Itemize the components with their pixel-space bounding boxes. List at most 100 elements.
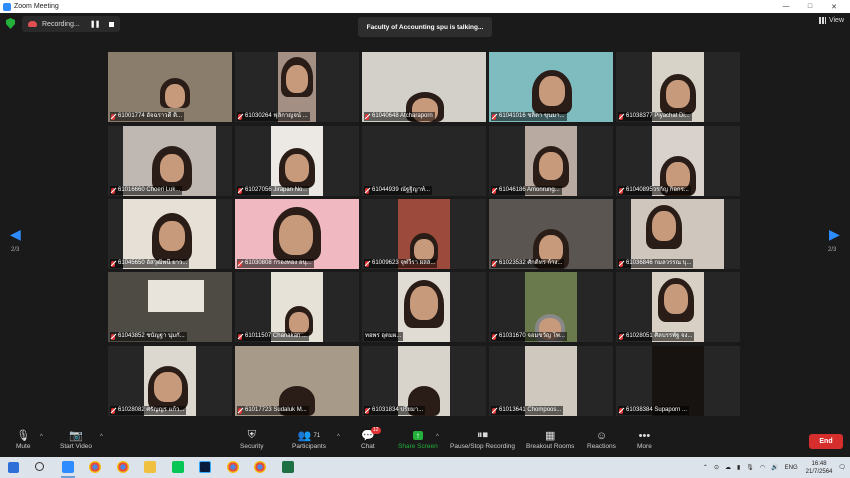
participant-tile[interactable]: 61017723 Sudaluk M... bbox=[235, 346, 359, 416]
end-meeting-button[interactable]: End bbox=[809, 434, 843, 449]
mic-muted-icon bbox=[619, 407, 623, 414]
participant-tile[interactable]: 61040648 Atcharaporn bbox=[362, 52, 486, 122]
participant-tile[interactable]: 61009623 จุฬวีรา ผลส... bbox=[362, 199, 486, 269]
participant-name: 61028082 ศรัญญร แก้ว... bbox=[110, 406, 187, 415]
participant-tile[interactable]: 61028051 ศิลบรรพัฐ จง... bbox=[616, 272, 740, 342]
participant-tile[interactable]: 61016660 Choeri Luk... bbox=[108, 126, 232, 196]
participant-name: 61031834 ปรียมา... bbox=[364, 406, 426, 415]
chrome-icon[interactable] bbox=[89, 461, 101, 473]
participant-name: 61040895วรกัญ ก็อกร... bbox=[618, 186, 691, 195]
excel-icon[interactable] bbox=[282, 461, 294, 473]
shield-icon[interactable] bbox=[6, 18, 15, 29]
zoom-taskbar-icon[interactable] bbox=[62, 461, 74, 473]
participant-tile[interactable]: 61036846 กมลวรรณ บุ... bbox=[616, 199, 740, 269]
more-button[interactable]: ••• More bbox=[637, 428, 652, 451]
close-button[interactable]: ✕ bbox=[822, 3, 846, 11]
mic-muted-icon bbox=[238, 260, 242, 267]
line-icon[interactable] bbox=[172, 461, 184, 473]
participant-tile[interactable]: 61023532 ศักดิ์ทร ก้าง... bbox=[489, 199, 613, 269]
mute-button[interactable]: 🎙 Mute bbox=[16, 428, 30, 450]
video-options-caret-icon[interactable]: ^ bbox=[100, 434, 103, 440]
chrome-icon[interactable] bbox=[117, 461, 129, 473]
participant-tile[interactable]: 61011507 Chanakan ... bbox=[235, 272, 359, 342]
share-options-caret-icon[interactable]: ^ bbox=[436, 434, 439, 440]
chrome-icon[interactable] bbox=[227, 461, 239, 473]
participant-tile[interactable]: 61027056 Jirapan No... bbox=[235, 126, 359, 196]
participants-options-caret-icon[interactable]: ^ bbox=[337, 434, 340, 440]
more-icon: ••• bbox=[638, 429, 651, 442]
notification-icon[interactable]: 🗨 bbox=[838, 464, 846, 471]
windows-taskbar: ⌃ ⊙ ☁ ▮ 🎙 ◠ 🔊 ENG 16:48 21/7/2564 🗨 bbox=[0, 457, 850, 478]
page-indicator-right: 2/3 bbox=[828, 247, 837, 253]
participant-tile[interactable]: 61013641 Chompoos... bbox=[489, 346, 613, 416]
participants-label: Participants bbox=[292, 443, 326, 450]
photoshop-icon[interactable] bbox=[199, 461, 211, 473]
chat-button[interactable]: 💬 12 Chat bbox=[361, 427, 381, 450]
mute-label: Mute bbox=[16, 443, 31, 450]
participant-name: 61028051 ศิลบรรพัฐ จง... bbox=[618, 332, 695, 341]
breakout-rooms-button[interactable]: ▦ Breakout Rooms bbox=[526, 428, 574, 450]
pause-stop-recording-label: Pause/Stop Recording bbox=[450, 443, 516, 450]
participant-tile[interactable]: 61046186 Amonrung... bbox=[489, 126, 613, 196]
clock-date: 21/7/2564 bbox=[805, 468, 833, 475]
audio-options-caret-icon[interactable]: ^ bbox=[40, 434, 43, 440]
mic-muted-icon bbox=[365, 113, 369, 120]
language-indicator[interactable]: ENG bbox=[785, 465, 798, 471]
participant-tile[interactable]: 61030264 ฟุลิกาญจน์ ... bbox=[235, 52, 359, 122]
stop-recording-button[interactable] bbox=[109, 21, 115, 27]
window-title: Zoom Meeting bbox=[14, 3, 59, 10]
participant-tile[interactable]: 61044939 ณัฐฐิญาท์... bbox=[362, 126, 486, 196]
volume-icon[interactable]: 🔊 bbox=[771, 464, 778, 471]
participant-tile[interactable]: 61030808 กรองทอง อนุ... bbox=[235, 199, 359, 269]
mic-muted-icon bbox=[492, 187, 496, 194]
start-video-button[interactable]: 📷 Start Video bbox=[60, 428, 92, 450]
participant-tile[interactable]: 61031834 ปรียมา... bbox=[362, 346, 486, 416]
tray-overflow-icon[interactable]: ⌃ bbox=[703, 464, 708, 471]
prev-page-arrow-icon[interactable]: ◀ bbox=[10, 226, 21, 243]
participant-tile[interactable]: 61038377 Piyachat Di... bbox=[616, 52, 740, 122]
grid-icon bbox=[818, 17, 826, 24]
participant-name: 61027056 Jirapan No... bbox=[237, 186, 310, 195]
participant-tile[interactable]: 61041016 ชลิดา ขุนมา... bbox=[489, 52, 613, 122]
reactions-button[interactable]: ☺ Reactions bbox=[587, 428, 616, 451]
share-screen-button[interactable]: ↑ Share Screen bbox=[398, 428, 438, 450]
security-button[interactable]: ⛨ Security bbox=[240, 428, 263, 450]
participant-name: 61016660 Choeri Luk... bbox=[110, 186, 183, 195]
participant-tile[interactable]: 61028082 ศรัญญร แก้ว... bbox=[108, 346, 232, 416]
window-titlebar: Zoom Meeting — □ ✕ bbox=[0, 0, 850, 13]
participant-tile[interactable]: 61040895วรกัญ ก็อกร... bbox=[616, 126, 740, 196]
search-icon[interactable] bbox=[35, 462, 44, 471]
participant-name: 61041016 ชลิดา ขุนมา... bbox=[491, 112, 567, 121]
participant-tile[interactable]: 61001774 อัจฉราวดี ติ... bbox=[108, 52, 232, 122]
mic-muted-icon bbox=[111, 113, 115, 120]
pause-recording-button[interactable]: ❚❚ bbox=[90, 20, 101, 28]
wifi-icon[interactable]: ◠ bbox=[760, 464, 765, 471]
participants-button[interactable]: 👥 71 Participants bbox=[292, 428, 326, 450]
windows-start-icon[interactable] bbox=[8, 462, 19, 473]
participant-tile[interactable]: 61045650 อัสวุฒิพนี ยาว... bbox=[108, 199, 232, 269]
mic-muted-icon bbox=[619, 333, 623, 340]
mic-muted-icon bbox=[111, 407, 115, 414]
participant-tile[interactable]: 61031670 จอมขวัญ โพ... bbox=[489, 272, 613, 342]
pause-stop-recording-button[interactable]: ⏸⏹ Pause/Stop Recording bbox=[450, 428, 515, 450]
file-explorer-icon[interactable] bbox=[144, 461, 156, 473]
view-button[interactable]: View bbox=[818, 17, 844, 24]
share-screen-icon: ↑ bbox=[412, 428, 423, 443]
clock[interactable]: 16:48 21/7/2564 bbox=[806, 460, 833, 476]
participant-tile[interactable]: 61043852 ชนัญฐา นุ่มกั... bbox=[108, 272, 232, 342]
chrome-icon[interactable] bbox=[254, 461, 266, 473]
view-label: View bbox=[828, 17, 844, 24]
mic-muted-icon bbox=[365, 407, 369, 414]
microphone-icon: 🎙 bbox=[16, 430, 31, 442]
video-gallery: 61001774 อัจฉราวดี ติ... 61030264 ฟุลิกา… bbox=[108, 52, 742, 418]
battery-icon[interactable]: ▮ bbox=[737, 464, 740, 471]
participant-tile[interactable]: 61038384 Supaporn ... bbox=[616, 346, 740, 416]
next-page-arrow-icon[interactable]: ▶ bbox=[829, 226, 840, 243]
participant-tile[interactable]: ทอพร อุดมผ... bbox=[362, 272, 486, 342]
microphone-icon[interactable]: 🎙 bbox=[746, 464, 754, 471]
cloud-icon[interactable]: ☁ bbox=[725, 464, 731, 471]
maximize-button[interactable]: □ bbox=[798, 3, 822, 10]
minimize-button[interactable]: — bbox=[774, 3, 798, 10]
participant-name: 61038377 Piyachat Di... bbox=[618, 112, 692, 121]
network-icon[interactable]: ⊙ bbox=[714, 464, 719, 471]
